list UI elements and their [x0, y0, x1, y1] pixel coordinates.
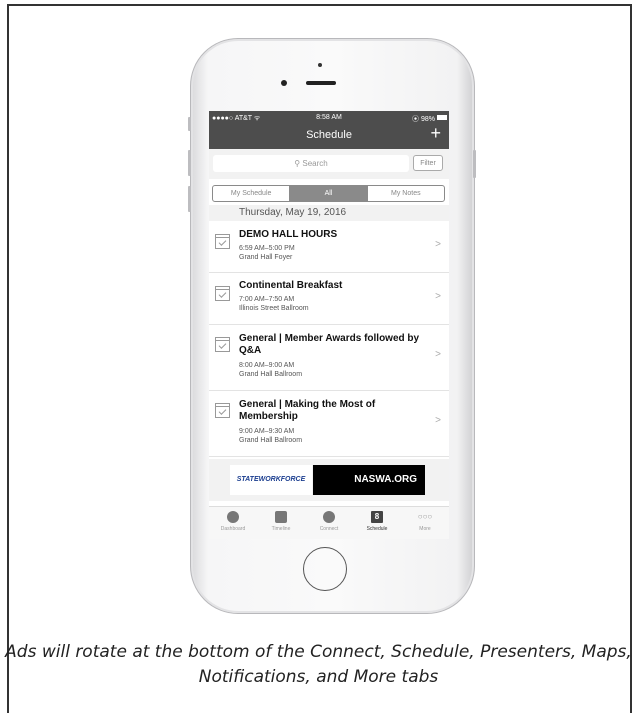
tab-label: Schedule [366, 526, 388, 532]
tab-schedule[interactable]: 8 Schedule [353, 507, 401, 539]
state-workforce-logo[interactable]: STATEWORKFORCE [230, 465, 312, 495]
tab-my-notes[interactable]: My Notes [366, 186, 444, 201]
power-button [473, 150, 476, 178]
tab-all[interactable]: All [289, 186, 367, 201]
calendar-icon: 8 [371, 511, 383, 523]
volume-down-button [188, 186, 191, 212]
filter-button[interactable]: Filter [413, 155, 443, 171]
earpiece-speaker [306, 81, 336, 85]
tab-label: Timeline [271, 526, 291, 532]
session-location: Illinois Street Ballroom [239, 305, 309, 312]
proximity-sensor [318, 63, 322, 67]
list-item[interactable]: General | Making the Most of Membership … [209, 391, 449, 457]
calendar-check-icon[interactable] [215, 337, 230, 352]
tab-more[interactable]: ○○○ More [401, 507, 449, 539]
day-header: Thursday, May 19, 2016 [209, 205, 449, 221]
connect-icon [323, 511, 335, 523]
session-time: 9:00 AM–9:30 AM [239, 428, 295, 435]
status-bar: ●●●●○ AT&T ᯤ 8:58 AM ⦿ 98% [209, 114, 449, 124]
naswa-ad-text[interactable]: NASWA.ORG [313, 465, 425, 495]
timeline-icon [275, 511, 287, 523]
list-item[interactable]: General | Member Awards followed by Q&A … [209, 325, 449, 391]
dashboard-icon [227, 511, 239, 523]
volume-up-button [188, 150, 191, 176]
add-icon[interactable]: + [430, 123, 441, 144]
list-item[interactable]: DEMO HALL HOURS 6:59 AM–5:00 PM Grand Ha… [209, 221, 449, 273]
session-time: 7:00 AM–7:50 AM [239, 296, 295, 303]
tab-label: More [419, 526, 431, 532]
battery-icon [437, 115, 447, 120]
home-button[interactable] [303, 547, 347, 591]
caption-text: Ads will rotate at the bottom of the Con… [5, 642, 632, 687]
tab-connect[interactable]: Connect [305, 507, 353, 539]
chevron-right-icon: > [435, 239, 441, 250]
session-location: Grand Hall Foyer [239, 254, 293, 261]
chevron-right-icon: > [435, 415, 441, 426]
session-time: 8:00 AM–9:00 AM [239, 362, 295, 369]
session-title: General | Making the Most of Membership [239, 399, 376, 422]
search-input[interactable]: ⚲ Search [213, 155, 409, 172]
session-location: Grand Hall Ballroom [239, 437, 303, 444]
nav-bar: ●●●●○ AT&T ᯤ 8:58 AM ⦿ 98% Schedule + [209, 111, 449, 149]
calendar-check-icon[interactable] [215, 234, 230, 249]
session-title: General | Member Awards followed by Q&A [239, 333, 420, 356]
app-screen: ●●●●○ AT&T ᯤ 8:58 AM ⦿ 98% Schedule + ⚲ … [209, 111, 449, 539]
list-item[interactable]: Continental Breakfast 7:00 AM–7:50 AM Il… [209, 273, 449, 325]
tab-timeline[interactable]: Timeline [257, 507, 305, 539]
session-title: Continental Breakfast [239, 280, 343, 291]
session-title: DEMO HALL HOURS [239, 229, 338, 240]
mute-switch [188, 117, 191, 131]
search-bar: ⚲ Search Filter [209, 149, 449, 179]
tab-my-schedule[interactable]: My Schedule [213, 186, 289, 201]
calendar-check-icon[interactable] [215, 403, 230, 418]
session-location: Grand Hall Ballroom [239, 371, 303, 378]
calendar-check-icon[interactable] [215, 286, 230, 301]
chevron-right-icon: > [435, 291, 441, 302]
chevron-right-icon: > [435, 349, 441, 360]
tab-label: Connect [319, 526, 339, 532]
tab-dashboard[interactable]: Dashboard [209, 507, 257, 539]
page-title: Schedule [306, 129, 352, 141]
session-time: 6:59 AM–5:00 PM [239, 245, 295, 252]
tab-label: Dashboard [220, 526, 246, 532]
tab-bar: Dashboard Timeline Connect 8 Schedule ○○… [209, 506, 449, 539]
more-icon: ○○○ [417, 512, 433, 521]
schedule-segmented-control: My Schedule All My Notes [212, 185, 445, 202]
front-camera [281, 80, 287, 86]
ad-banner[interactable]: STATEWORKFORCE NASWA.ORG [209, 459, 449, 501]
